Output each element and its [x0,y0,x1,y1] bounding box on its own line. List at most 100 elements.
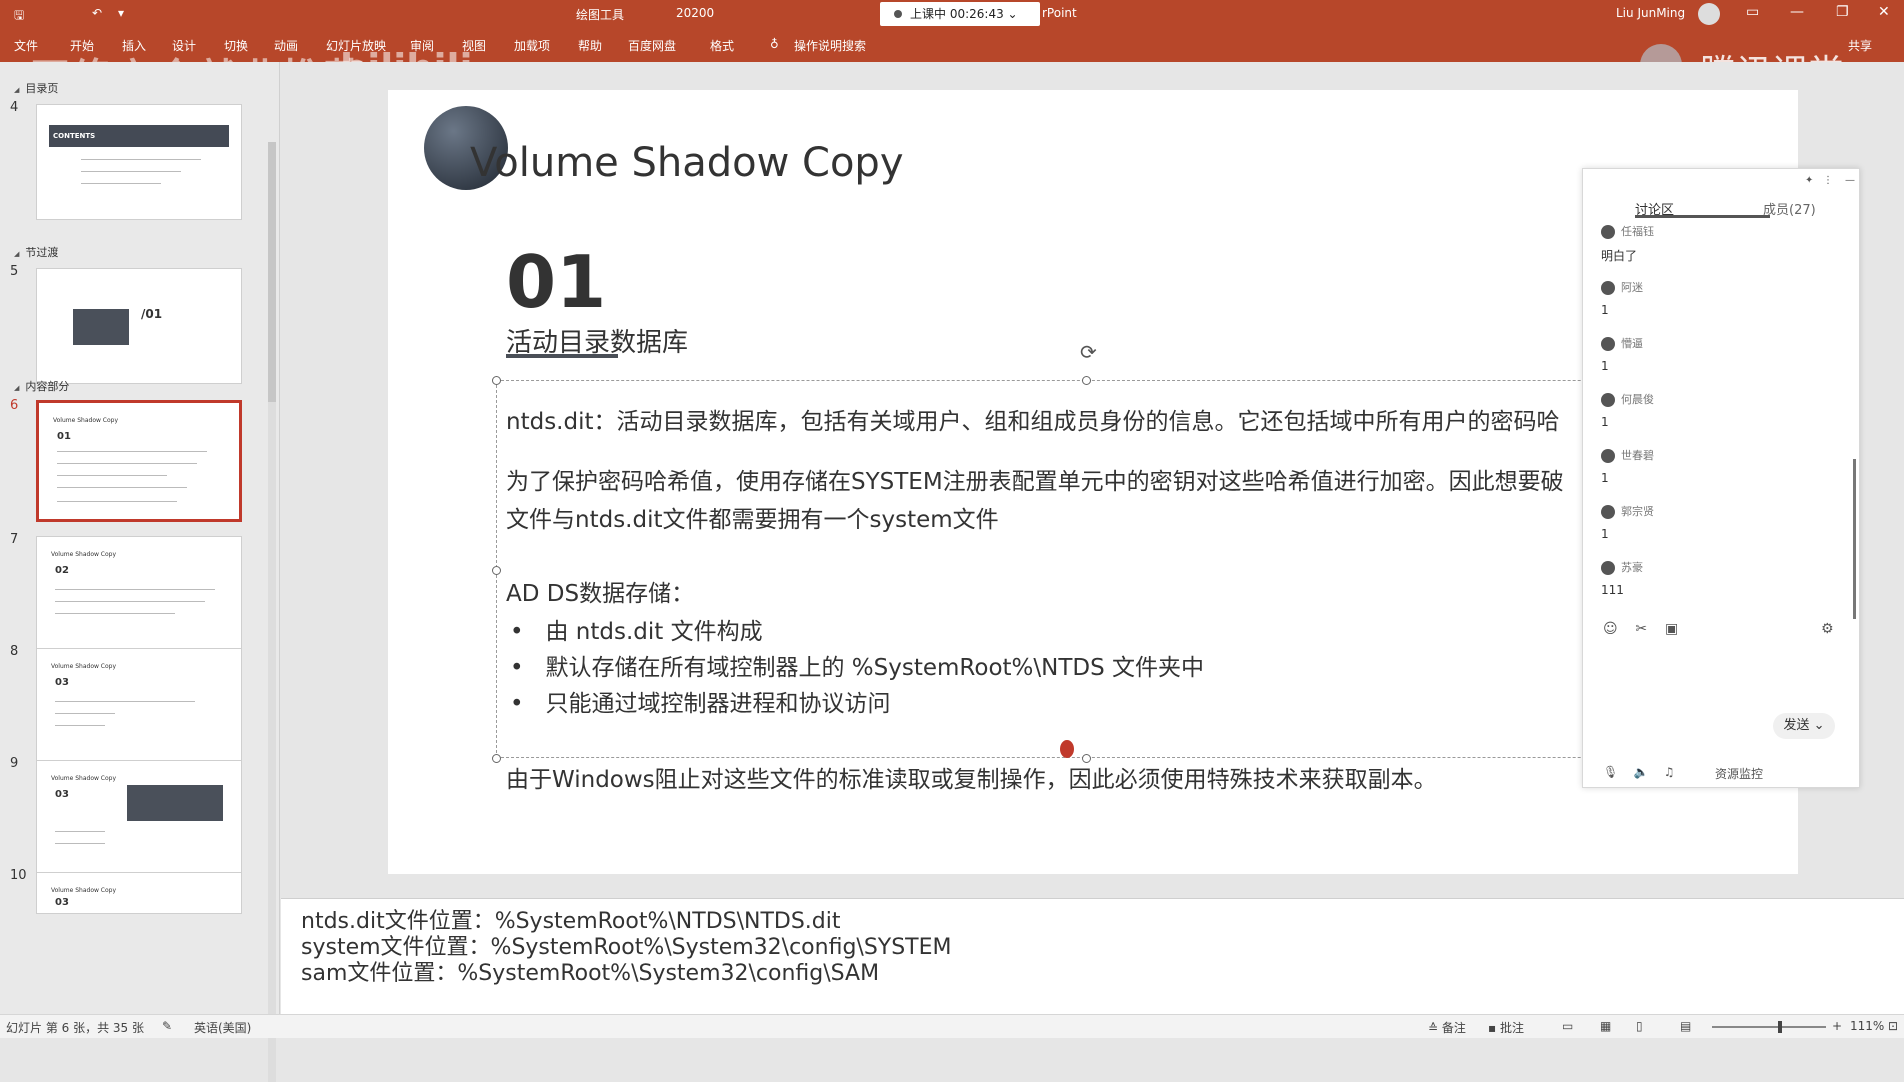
title-bar: 🖫 ↶ ▾ 绘图工具 20200 上课中 00:26:43 ⌄ rPoint L… [0,0,1904,28]
reading-view-icon[interactable]: ▯ [1636,1019,1643,1033]
scissors-icon[interactable]: ✂ [1635,621,1647,637]
slide-number: 10 [10,868,27,883]
slide-title[interactable]: Volume Shadow Copy [470,140,904,186]
avatar[interactable] [1698,3,1720,25]
tab-addins[interactable]: 加载项 [514,37,550,54]
thumbnail-scrollbar[interactable] [268,142,276,1082]
minimize-icon[interactable]: — [1790,4,1804,20]
slide-thumbnail-10[interactable]: Volume Shadow Copy 03 [36,872,242,914]
section-header[interactable]: 目录页 [14,80,58,96]
slide-number: 4 [10,100,19,115]
recording-indicator[interactable]: 上课中 00:26:43 ⌄ [880,2,1040,26]
undo-icon[interactable]: ↶ [92,6,102,20]
slide-number: 8 [10,644,19,659]
zoom-slider-thumb[interactable] [1778,1021,1782,1033]
tab-help[interactable]: 帮助 [578,37,602,54]
body-paragraph: AD DS数据存储： [506,581,695,607]
chat-message: 阿迷 1 [1601,279,1643,317]
slide-number: 5 [10,264,19,279]
chevron-down-icon: ⌄ [1007,7,1018,21]
settings-icon[interactable]: ⚙ [1821,621,1834,637]
speaker-icon[interactable]: 🔈 [1634,765,1649,779]
slide-thumbnail-7[interactable]: Volume Shadow Copy 02 [36,536,242,652]
user-name[interactable]: Liu JunMing [1616,6,1685,20]
restore-icon[interactable]: ❐ [1836,4,1849,20]
status-bar: 幻灯片 第 6 张，共 35 张 ✎ 英语(美国) ≙ 备注 ▪ 批注 ▭ ▦ … [0,1014,1904,1038]
fit-slide-icon[interactable]: ⊡ [1888,1019,1898,1033]
spellcheck-icon[interactable]: ✎ [162,1019,172,1033]
body-paragraph: ntds.dit：活动目录数据库，包括有关域用户、组和组成员身份的信息。它还包括… [506,409,1560,435]
thumb-line [55,843,105,844]
section-header[interactable]: 节过渡 [14,244,58,260]
zoom-in-icon[interactable]: + [1832,1019,1842,1033]
zoom-level[interactable]: 111% [1850,1019,1884,1033]
section-header[interactable]: 内容部分 [14,378,69,394]
chat-message: 郭宗贤 1 [1601,503,1654,541]
resource-monitor[interactable]: 资源监控 [1715,765,1763,782]
minimize-icon[interactable]: — [1845,175,1855,186]
language-indicator[interactable]: 英语(美国) [194,1019,251,1036]
customize-quick-access-icon[interactable]: ▾ [118,6,124,20]
record-dot-icon [894,10,902,18]
comments-button[interactable]: ▪ 批注 [1488,1019,1524,1036]
list-item: • 由 ntds.dit 文件构成 [510,619,763,645]
zoom-slider[interactable] [1712,1026,1826,1028]
chat-scrollbar[interactable] [1853,459,1856,619]
ribbon-display-icon[interactable]: ▭ [1746,4,1759,20]
share-button[interactable]: 共享 [1848,37,1872,54]
notes-button[interactable]: ≙ 备注 [1428,1019,1466,1036]
resize-handle[interactable] [492,376,501,385]
image-icon[interactable]: ▣ [1665,621,1678,637]
microphone-icon[interactable]: 🎙 [1603,765,1618,779]
thumb-line [57,501,177,502]
list-item-text: 默认存储在所有域控制器上的 %SystemRoot%\NTDS 文件夹中 [545,655,1205,681]
normal-view-icon[interactable]: ▭ [1562,1019,1573,1033]
tab-members[interactable]: 成员(27) [1763,199,1816,218]
note-line: sam文件位置：%SystemRoot%\System32\config\SAM [301,961,880,986]
slide-thumbnail-8[interactable]: Volume Shadow Copy 03 [36,648,242,764]
body-paragraph: 文件与ntds.dit文件都需要拥有一个system文件 [506,507,999,533]
slide-thumbnail-4[interactable]: CONTENTS [36,104,242,220]
save-icon[interactable]: 🖫 [14,6,24,27]
tab-baidu[interactable]: 百度网盘 [628,37,676,54]
subtitle-underline [506,354,618,358]
close-icon[interactable]: ✕ [1878,4,1890,20]
section-number[interactable]: 01 [506,240,606,324]
tab-format[interactable]: 格式 [710,37,734,54]
chat-message: 苏豪 111 [1601,559,1643,597]
slide-thumbnail-9[interactable]: Volume Shadow Copy 03 [36,760,242,876]
resize-handle[interactable] [1082,376,1091,385]
more-icon[interactable]: ⋮ [1823,175,1833,186]
thumb-title: Volume Shadow Copy [51,663,117,670]
notes-label: 备注 [1441,1021,1466,1035]
slide-counter[interactable]: 幻灯片 第 6 张，共 35 张 [6,1019,144,1036]
slideshow-icon[interactable]: ▤ [1680,1019,1691,1033]
thumb-line [55,589,215,590]
chat-bottom-bar: 🎙 🔈 ♫ 资源监控 [1603,765,1763,781]
tab-discussion[interactable]: 讨论区 [1635,199,1770,218]
rotate-handle-icon[interactable]: ⟳ [1080,340,1097,364]
chat-message: 何晨俊 1 [1601,391,1654,429]
thumb-line [57,451,207,452]
emoji-icon[interactable]: ☺ [1603,621,1618,637]
slide-sorter-icon[interactable]: ▦ [1600,1019,1611,1033]
notes-pane[interactable]: ntds.dit文件位置：%SystemRoot%\NTDS\NTDS.dit … [281,898,1904,1014]
chat-user: 懵逼 [1601,335,1643,351]
body-paragraph: 由于Windows阻止对这些文件的标准读取或复制操作，因此必须使用特殊技术来获取… [506,767,1437,793]
thumb-number: 02 [55,565,69,576]
thumb-title: Volume Shadow Copy [51,887,117,894]
chat-user: 苏豪 [1601,559,1643,575]
slide-thumbnail-6[interactable]: Volume Shadow Copy 01 [36,400,242,522]
tell-me-search[interactable]: 操作说明搜索 [794,37,866,54]
resize-handle[interactable] [492,754,501,763]
scrollbar-thumb[interactable] [268,142,276,402]
chat-message: 世春碧 1 [1601,447,1654,485]
lightbulb-icon: ♁ [770,37,779,51]
chat-user: 郭宗贤 [1601,503,1654,519]
slide-thumbnail-5[interactable]: /01 [36,268,242,384]
thumb-line [55,725,105,726]
music-icon[interactable]: ♫ [1664,765,1675,779]
send-button[interactable]: 发送 ⌄ [1773,713,1835,739]
pin-icon[interactable]: ✦ [1805,175,1813,186]
resize-handle[interactable] [492,566,501,575]
